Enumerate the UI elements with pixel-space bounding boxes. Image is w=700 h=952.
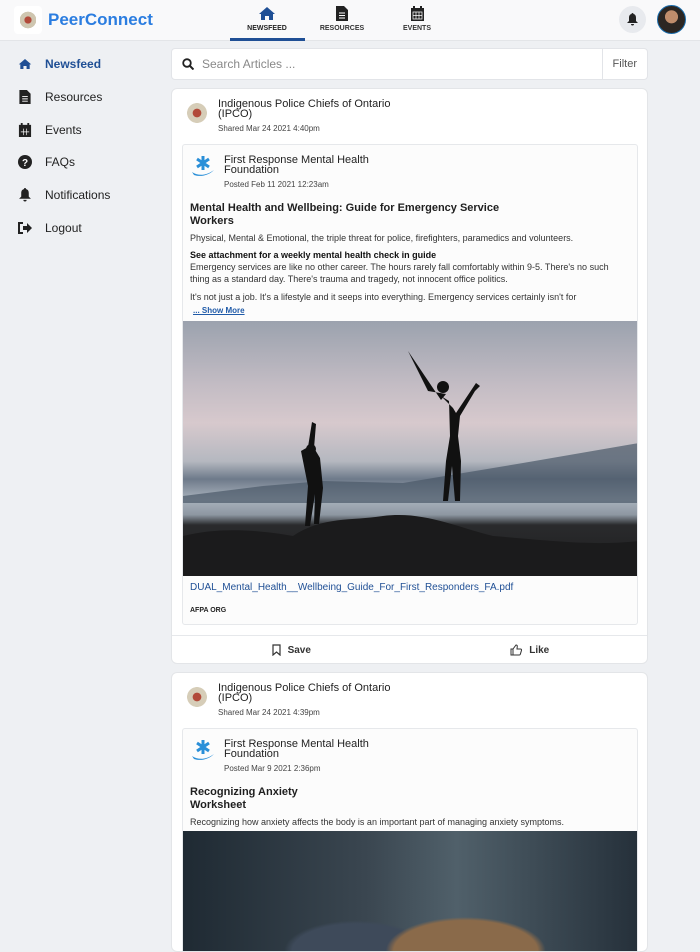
- bell-icon: [19, 188, 31, 202]
- sidebar-item-label: FAQs: [45, 155, 76, 169]
- user-avatar[interactable]: [657, 5, 686, 34]
- post-actions: Save Like: [172, 635, 648, 663]
- posted-date: Posted Mar 9 2021 2:36pm: [224, 764, 321, 773]
- post-card: Indigenous Police Chiefs of Ontario (IPC…: [171, 88, 648, 664]
- shared-date: Shared Mar 24 2021 4:40pm: [218, 124, 320, 133]
- article-body-truncated: It's not just a job. It's a lifestyle an…: [190, 292, 577, 302]
- article-org: First Response Mental Health Foundation P…: [191, 739, 404, 773]
- sharer-name[interactable]: Indigenous Police Chiefs of Ontario (IPC…: [218, 683, 398, 704]
- svg-text:?: ?: [22, 158, 28, 169]
- post-sharer: Indigenous Police Chiefs of Ontario (IPC…: [186, 683, 398, 717]
- ipco-logo: [186, 101, 208, 125]
- filter-button[interactable]: Filter: [601, 49, 647, 79]
- attachment-org: AFPA ORG: [190, 607, 227, 614]
- sidebar-item-newsfeed[interactable]: Newsfeed: [18, 54, 158, 74]
- home-icon: [259, 7, 275, 20]
- foundation-logo: [192, 156, 214, 176]
- document-icon: [336, 6, 348, 21]
- search-input[interactable]: [202, 57, 602, 71]
- calendar-icon: [410, 6, 424, 21]
- question-icon: ?: [18, 155, 32, 169]
- sharer-name[interactable]: Indigenous Police Chiefs of Ontario (IPC…: [218, 99, 398, 120]
- article-title[interactable]: Recognizing Anxiety Worksheet: [190, 786, 300, 812]
- shared-article: First Response Mental Health Foundation P…: [182, 144, 638, 625]
- top-bar: PeerConnect NEWSFEED RESOURCES EVENTS: [0, 0, 700, 41]
- foundation-logo: [192, 740, 214, 760]
- article-image: [183, 831, 637, 951]
- post-sharer: Indigenous Police Chiefs of Ontario (IPC…: [186, 99, 398, 133]
- org-name[interactable]: First Response Mental Health Foundation: [224, 155, 404, 176]
- sidebar-item-events[interactable]: Events: [18, 120, 158, 140]
- bell-icon: [627, 13, 638, 26]
- tab-resources[interactable]: RESOURCES: [304, 6, 380, 32]
- article-title[interactable]: Mental Health and Wellbeing: Guide for E…: [190, 202, 520, 228]
- tab-label: EVENTS: [402, 25, 431, 32]
- search-bar: Filter: [171, 48, 648, 80]
- article-highlight: See attachment for a weekly mental healt…: [190, 250, 437, 260]
- active-tab-indicator: [230, 38, 305, 41]
- org-name[interactable]: First Response Mental Health Foundation: [224, 739, 404, 760]
- post-card: Indigenous Police Chiefs of Ontario (IPC…: [171, 672, 648, 952]
- article-summary: Physical, Mental & Emotional, the triple…: [190, 233, 574, 243]
- sidebar-item-label: Newsfeed: [45, 57, 102, 71]
- like-button[interactable]: Like: [411, 636, 648, 663]
- sidebar-item-label: Resources: [45, 90, 103, 104]
- tab-newsfeed[interactable]: NEWSFEED: [229, 6, 305, 32]
- brand-name[interactable]: PeerConnect: [48, 10, 153, 30]
- home-icon: [18, 58, 32, 70]
- document-icon: [19, 90, 31, 104]
- shared-article: First Response Mental Health Foundation P…: [182, 728, 638, 951]
- search-icon: [182, 58, 194, 70]
- thumbs-up-icon: [510, 644, 523, 656]
- calendar-icon: [18, 123, 32, 137]
- article-summary: Recognizing how anxiety affects the body…: [190, 817, 565, 827]
- like-label: Like: [529, 644, 550, 656]
- sidebar-item-faqs[interactable]: ? FAQs: [18, 152, 158, 172]
- tab-events[interactable]: EVENTS: [379, 6, 455, 32]
- attachment-link[interactable]: DUAL_Mental_Health__Wellbeing_Guide_For_…: [190, 583, 520, 593]
- notifications-button[interactable]: [619, 6, 646, 33]
- bookmark-icon: [271, 644, 281, 656]
- posted-date: Posted Feb 11 2021 12:23am: [224, 180, 329, 189]
- ipco-logo: [186, 685, 208, 709]
- save-label: Save: [287, 644, 311, 656]
- article-image: [183, 321, 637, 601]
- tab-label: NEWSFEED: [247, 25, 287, 32]
- article-org: First Response Mental Health Foundation P…: [191, 155, 404, 189]
- tab-label: RESOURCES: [319, 25, 365, 32]
- app-logo[interactable]: [14, 6, 42, 34]
- shared-date: Shared Mar 24 2021 4:39pm: [218, 708, 320, 717]
- sidebar-item-logout[interactable]: Logout: [18, 218, 158, 238]
- sidebar-item-label: Events: [45, 123, 82, 137]
- sidebar-item-resources[interactable]: Resources: [18, 87, 158, 107]
- article-body: Emergency services are like no other car…: [190, 262, 609, 284]
- sidebar-item-label: Notifications: [45, 188, 111, 202]
- show-more-link[interactable]: ... Show More: [193, 306, 245, 315]
- sidebar-item-notifications[interactable]: Notifications: [18, 185, 158, 205]
- save-button[interactable]: Save: [172, 636, 411, 663]
- sidebar-item-label: Logout: [45, 221, 82, 235]
- logout-icon: [18, 222, 32, 234]
